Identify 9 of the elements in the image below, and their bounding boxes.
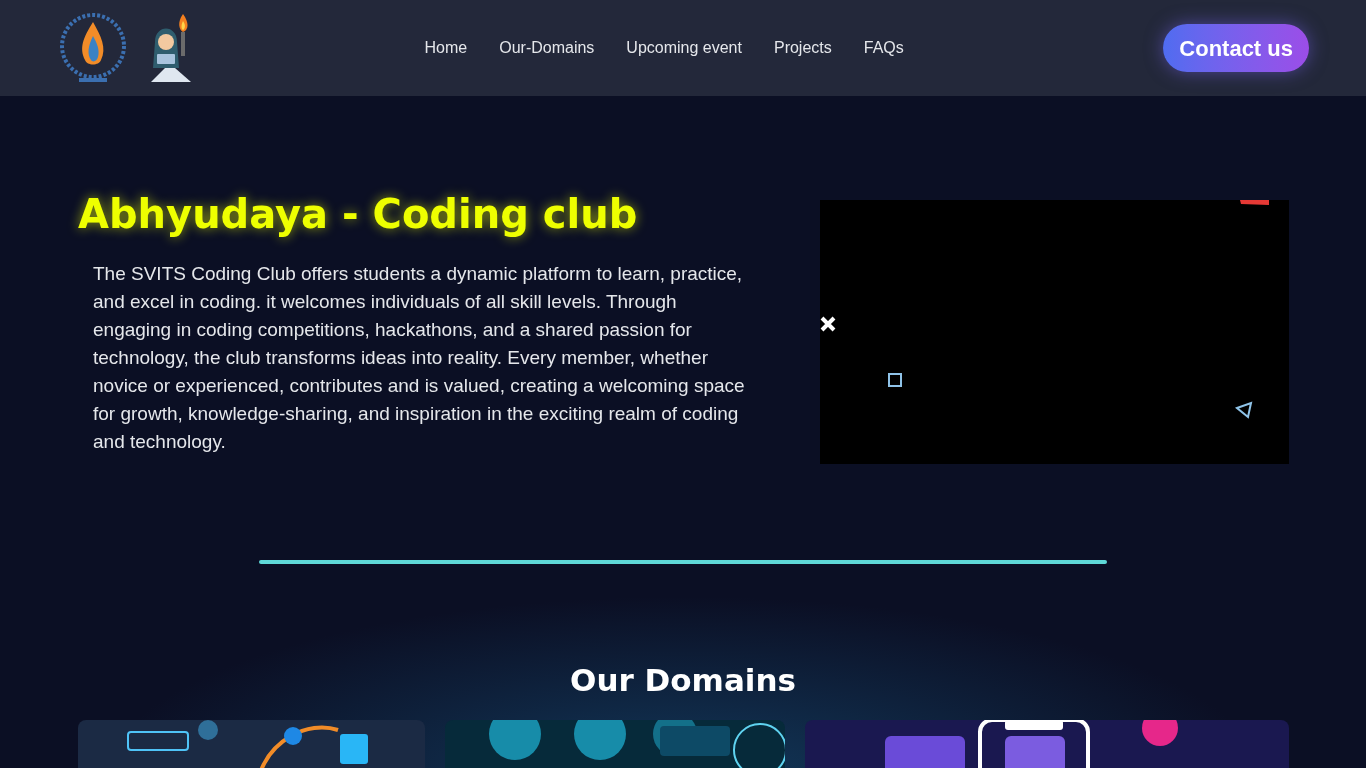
club-description: The SVITS Coding Club offers students a dynamic platform to learn, practice, and excel in coding. it welcomes individuals of all skill levels. Through engaging in coding competitions, hackathons, and a shared passion for technology, the club transforms ideas into reality. Every member, whether novice or experienced, contributes and is valued, creating a welcoming space for growth, knowledge-sharing, and inspiration in the exciting realm of coding and technology. <box>93 262 746 454</box>
section-title: Our Domains <box>569 661 797 700</box>
nav-link[interactable]: Projects <box>773 36 832 60</box>
nav-link[interactable]: Upcoming event <box>626 36 742 60</box>
nav-link[interactable]: Our-Domains <box>499 36 595 60</box>
nav-link[interactable]: FAQs <box>863 36 904 60</box>
contact-button[interactable]: Contact us <box>1163 24 1309 72</box>
nav-link[interactable]: Home <box>424 36 468 60</box>
hero-title: Abhyudaya - Coding club <box>78 190 639 239</box>
